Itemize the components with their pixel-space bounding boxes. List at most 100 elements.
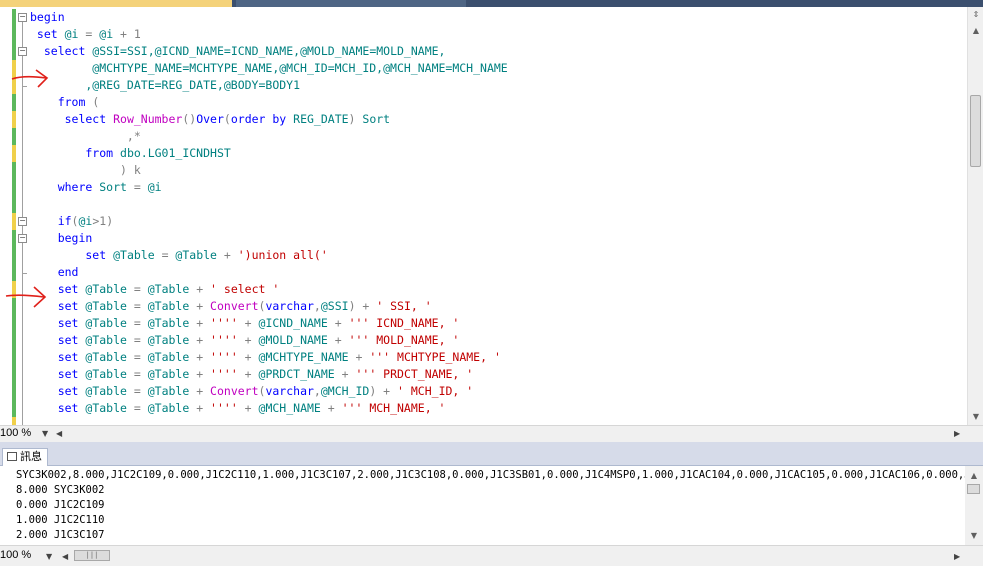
code-line: set @Table = @Table + '''' + @MCHTYPE_NA… (30, 349, 501, 366)
code-token: '''' (210, 333, 238, 347)
code-token: @i (147, 180, 162, 194)
code-token: = (126, 316, 148, 330)
msg-hscroll-thumb[interactable]: ||| (74, 550, 110, 561)
code-token: varchar (265, 384, 314, 398)
scroll-thumb[interactable] (970, 95, 981, 167)
code-token: @Table (147, 401, 190, 415)
zoom-dropdown-icon[interactable]: ▼ (42, 429, 48, 438)
code-token: ''' PRDCT_NAME, ' (355, 367, 474, 381)
collapse-icon[interactable]: − (18, 217, 27, 226)
collapse-icon[interactable]: − (18, 13, 27, 22)
sql-editor[interactable]: − − − − begin set @i = @i + 1 select @SSI=S… (0, 7, 967, 425)
collapse-icon[interactable]: − (18, 47, 27, 56)
code-line: ,@REG_DATE=REG_DATE,@BODY=BODY1 (30, 77, 300, 94)
code-token: set (30, 248, 114, 262)
split-handle-icon[interactable]: ⇕ (968, 7, 983, 23)
scroll-down-arrow-icon[interactable]: ▼ (968, 409, 983, 425)
code-token: ''' ICND_NAME, ' (348, 316, 460, 330)
code-line: select Row_Number()Over(order by REG_DAT… (30, 111, 391, 128)
code-token: + (189, 350, 211, 364)
code-token: + (189, 282, 211, 296)
code-token: = (126, 401, 148, 415)
change-marker (12, 94, 16, 111)
code-line: set @Table = @Table + Convert(varchar,@S… (30, 298, 432, 315)
collapse-icon[interactable]: − (18, 234, 27, 243)
message-line: SYC3K002,8.000,J1C2C109,0.000,J1C2C110,1… (16, 469, 965, 481)
code-token: @Table (147, 333, 190, 347)
editor-zoom-level[interactable]: 100 % (0, 427, 31, 439)
code-token: @PRDCT_NAME (258, 367, 335, 381)
code-token: set (30, 333, 86, 347)
code-token: Over (196, 112, 224, 126)
code-token: + (237, 367, 259, 381)
editor-status-bar: 100 % ▼ ◀ ▶ (0, 425, 983, 442)
inactive-document-tab[interactable] (236, 0, 466, 7)
code-token: @Table (85, 299, 127, 313)
messages-status-bar: 100 % ▼ ◀ ||| ▶ (0, 545, 983, 566)
code-line: end (30, 264, 79, 281)
code-line: set @Table = @Table + '''' + @ICND_NAME … (30, 315, 460, 332)
change-marker (12, 128, 16, 145)
code-token: @MOLD_NAME (258, 333, 328, 347)
code-token: + (189, 384, 211, 398)
messages-zoom-level[interactable]: 100 % (0, 549, 31, 561)
code-token: = (126, 367, 148, 381)
msg-zoom-dropdown-icon[interactable]: ▼ (46, 552, 52, 561)
code-token: '''' (210, 316, 238, 330)
code-line: from ( (30, 94, 100, 111)
code-line: set @Table = @Table + '''' + @PRDCT_NAME… (30, 366, 474, 383)
code-token: + (237, 316, 259, 330)
code-token: @Table (85, 401, 127, 415)
editor-vertical-scrollbar[interactable]: ⇕ ▲ ▼ (967, 7, 983, 425)
msg-scroll-thumb[interactable] (967, 484, 980, 494)
scroll-up-arrow-icon[interactable]: ▲ (968, 23, 983, 39)
fold-end-marker (22, 273, 27, 274)
code-token: dbo.LG01_ICNDHST (120, 146, 231, 160)
code-token: ' MCH_ID, ' (397, 384, 474, 398)
code-token: '''' (210, 367, 238, 381)
code-token: ) + (348, 299, 377, 313)
msg-scroll-up-arrow-icon[interactable]: ▲ (966, 468, 982, 484)
code-token: @Table (85, 384, 127, 398)
code-token: set (30, 350, 86, 364)
message-line: 0.000 J1C2C109 (16, 499, 105, 511)
code-line: set @Table = @Table + '''' + @MCH_NAME +… (30, 400, 446, 417)
messages-output[interactable]: SYC3K002,8.000,J1C2C109,0.000,J1C2C110,1… (0, 466, 965, 545)
messages-vertical-scrollbar[interactable]: ▲ ▼ (965, 466, 983, 545)
change-marker (12, 111, 16, 128)
hscroll-left-arrow-icon[interactable]: ◀ (56, 429, 62, 438)
msg-scroll-down-arrow-icon[interactable]: ▼ (966, 528, 982, 544)
code-token: >1) (92, 214, 114, 228)
messages-tab[interactable]: 訊息 (2, 448, 48, 466)
code-token: ) (348, 112, 363, 126)
change-marker (12, 298, 16, 417)
code-token: @Table (147, 282, 190, 296)
code-line: begin (30, 9, 65, 26)
hscroll-right-arrow-icon[interactable]: ▶ (954, 429, 960, 438)
change-marker (12, 213, 16, 230)
results-tab-bar: 訊息 (0, 448, 983, 466)
code-token: Sort (99, 180, 127, 194)
code-token: @Table (85, 333, 127, 347)
msg-hscroll-right-arrow-icon[interactable]: ▶ (954, 552, 960, 561)
change-marker (12, 145, 16, 162)
code-token: @i (78, 214, 93, 228)
code-token: from (30, 146, 121, 160)
code-token: + (237, 333, 259, 347)
code-token: , (313, 299, 321, 313)
code-line: begin (30, 230, 93, 247)
code-token: begin (30, 10, 65, 24)
active-document-tab[interactable] (0, 0, 232, 7)
message-line: 1.000 J1C2C110 (16, 514, 105, 526)
code-token: + (334, 367, 356, 381)
code-token: + (189, 333, 211, 347)
code-token: = (126, 299, 148, 313)
msg-hscroll-left-arrow-icon[interactable]: ◀ (62, 552, 68, 561)
code-line: ,* (30, 128, 141, 145)
code-token: @Table (175, 248, 217, 262)
code-line: ) k (30, 162, 141, 179)
code-token: ''' MOLD_NAME, ' (348, 333, 460, 347)
code-token: + (189, 401, 211, 415)
code-token: set (30, 367, 86, 381)
code-token: () (182, 112, 197, 126)
